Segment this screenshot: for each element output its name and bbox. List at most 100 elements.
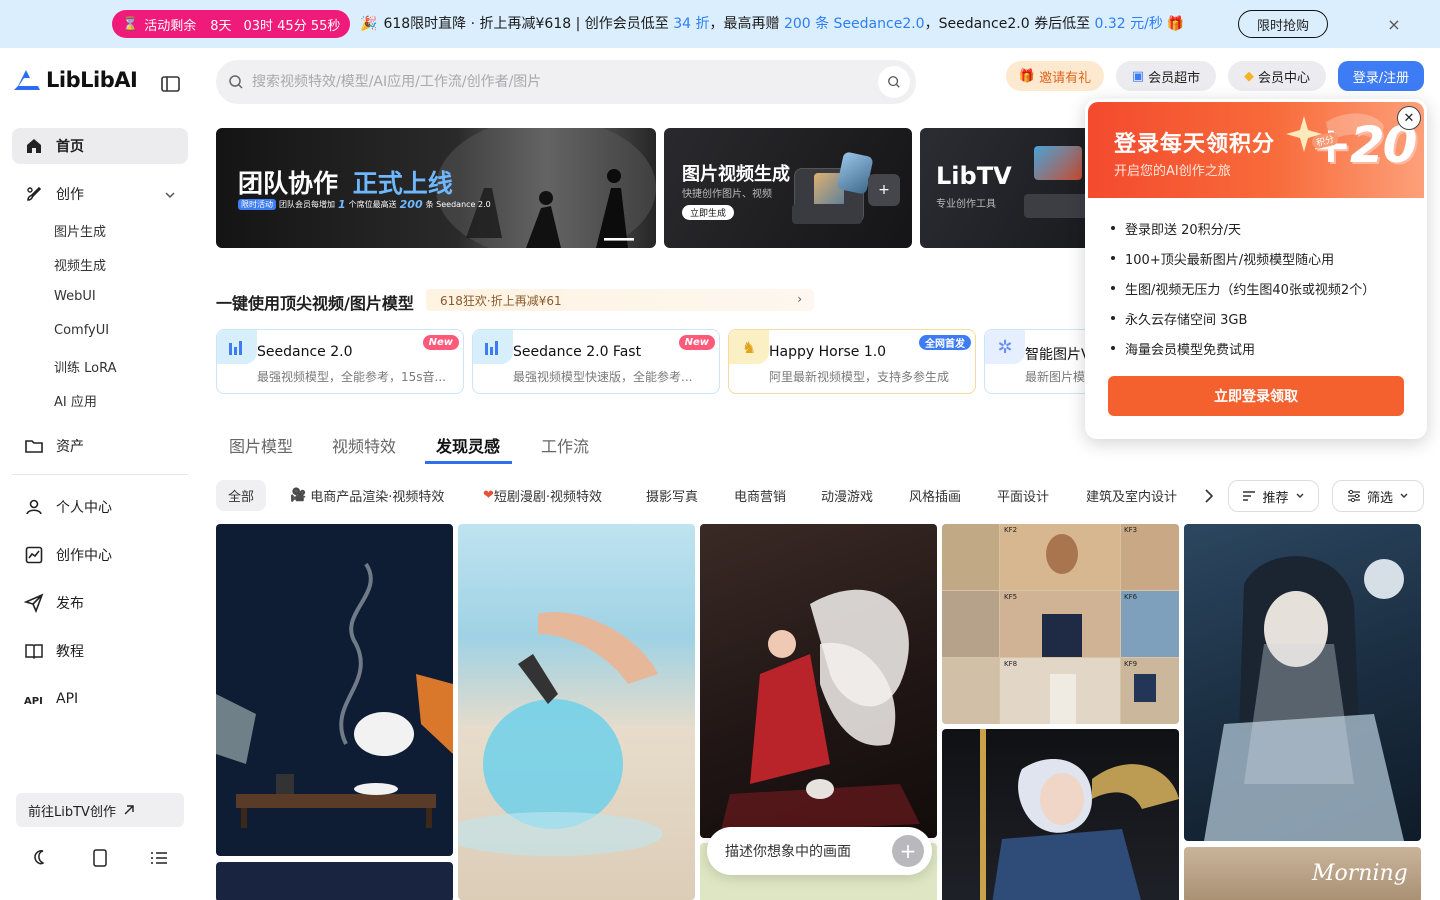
carousel-indicator (604, 238, 634, 240)
countdown-time: 03时 45分 55秒 (243, 18, 341, 34)
model-card-seedance[interactable]: Seedance 2.0 最强视频模型，全能参考，15s音... New (216, 329, 464, 394)
model-card-seedance-fast[interactable]: Seedance 2.0 Fast 最强视频模型快速版，全能参考... New (472, 329, 720, 394)
model-card-happy-horse[interactable]: ♞ Happy Horse 1.0 阿里最新视频模型，支持多参生成 全网首发 (728, 329, 976, 394)
section-promo-banner[interactable]: 618狂欢·折上再减¥61 › (426, 289, 814, 311)
moon-girl-art (1204, 556, 1404, 841)
filter-chip-illustration[interactable]: 风格插画 (909, 480, 961, 511)
gift-icon: 🎁 (1018, 68, 1036, 84)
tablet-icon[interactable] (90, 848, 110, 868)
goto-libtv-label: 前往LibTV创作 (28, 804, 116, 820)
gallery-image[interactable] (216, 862, 453, 900)
logo[interactable]: LibLibAI (14, 68, 138, 92)
filter-chip-architecture[interactable]: 建筑及室内设计 (1086, 480, 1177, 511)
sidebar-item-creator-center[interactable]: 创作中心 (12, 537, 188, 573)
banner-generate-button[interactable]: 立即生成 (682, 205, 735, 220)
banner-title: 图片视频生成 (682, 164, 790, 185)
benefit-item: 100+顶尖最新图片/视频模型随心用 (1111, 243, 1375, 273)
promo-text-a: 618限时直降 · 折上再减¥618 | 创作会员低至 (383, 16, 674, 32)
frame-label: KF6 (1124, 593, 1138, 601)
filter-chip-short-drama[interactable]: ❤ 短剧漫剧·视频特效 (483, 480, 602, 511)
sidebar-item-publish[interactable]: 发布 (12, 585, 188, 621)
banner-sub-n1: 1 (338, 198, 346, 211)
promo-text: 🎉 618限时直降 · 折上再减¥618 | 创作会员低至 34 折，最高再赠 2… (360, 13, 1184, 33)
member-center-button[interactable]: ◆ 会员中心 (1228, 61, 1326, 91)
promo-highlight-a: 34 折 (673, 16, 710, 32)
plus-icon[interactable]: + (892, 835, 924, 867)
promo-text-c: ，Seedance2.0 券后低至 (924, 16, 1095, 32)
sidebar-subitem-ai-app[interactable]: AI 应用 (54, 391, 97, 410)
sidebar-subitem-webui[interactable]: WebUI (54, 289, 96, 304)
gallery-image-tea[interactable] (216, 524, 453, 856)
promo-highlight-b: 200 条 Seedance2.0 (783, 16, 925, 32)
sidebar-item-create[interactable]: 创作 (12, 176, 188, 212)
sidebar-subitem-image-gen[interactable]: 图片生成 (54, 221, 106, 240)
sidebar-item-label: 个人中心 (56, 500, 112, 516)
sidebar-subitem-train-lora[interactable]: 训练 LoRA (54, 357, 117, 376)
banner-image-video-gen[interactable]: 图片视频生成 快捷创作图片、视频 立即生成 + (664, 128, 912, 248)
chevron-down-icon[interactable] (163, 188, 177, 202)
sidebar-item-personal[interactable]: 个人中心 (12, 489, 188, 525)
search-input[interactable] (252, 74, 852, 90)
invite-button[interactable]: 🎁 邀请有礼 (1006, 61, 1104, 91)
moon-icon[interactable] (31, 848, 51, 868)
store-icon: ▣ (1131, 68, 1145, 84)
tab-video-effects[interactable]: 视频特效 (332, 433, 396, 457)
chevron-down-icon (1400, 493, 1408, 498)
list-icon[interactable] (149, 848, 169, 868)
filter-chip-graphic-design[interactable]: 平面设计 (997, 480, 1049, 511)
close-icon[interactable]: ✕ (1397, 106, 1421, 130)
sidebar-item-assets[interactable]: 资产 (12, 428, 188, 464)
filter-chip-anime-games[interactable]: 动漫游戏 (821, 480, 873, 511)
sidebar-item-label: 教程 (56, 644, 84, 660)
sidebar-item-label: 资产 (56, 439, 84, 455)
login-register-button[interactable]: 登录/注册 (1338, 61, 1424, 91)
banner-preview-image (1034, 146, 1082, 180)
gallery-image-morning[interactable]: Morning (1184, 847, 1421, 900)
filter-dropdown[interactable]: 筛选 (1332, 480, 1424, 512)
login-claim-button[interactable]: 立即登录领取 (1108, 376, 1404, 416)
filter-chip-ecommerce-marketing[interactable]: 电商营销 (734, 480, 786, 511)
tab-image-models[interactable]: 图片模型 (229, 433, 293, 457)
tab-discover[interactable]: 发现灵感 (436, 433, 500, 457)
sidebar-item-api[interactable]: API API (12, 681, 188, 717)
popup-title: 登录每天领积分 (1114, 132, 1276, 157)
promo-bar: ⌛ 活动剩余 8天 03时 45分 55秒 🎉 618限时直降 · 折上再减¥61… (0, 0, 1440, 48)
search-submit-button[interactable] (878, 66, 910, 98)
user-icon (26, 499, 42, 515)
banner-title-b: 正式上线 (352, 169, 453, 198)
countdown-label: 活动剩余 (144, 18, 197, 34)
filter-icon (1347, 489, 1360, 503)
gallery-image-warrior[interactable] (942, 729, 1179, 900)
banner-title-a: 团队协作 (238, 169, 339, 198)
countdown-badge: ⌛ 活动剩余 8天 03时 45分 55秒 (112, 10, 350, 38)
goto-libtv-button[interactable]: 前往LibTV创作 (16, 793, 184, 827)
sort-dropdown[interactable]: 推荐 (1228, 480, 1319, 512)
sidebar-subitem-video-gen[interactable]: 视频生成 (54, 255, 106, 274)
chevron-right-icon[interactable] (1200, 487, 1218, 505)
flash-sale-button[interactable]: 限时抢购 (1238, 10, 1328, 38)
banner-title: 团队协作 正式上线 (238, 164, 453, 200)
sidebar-toggle-icon[interactable] (160, 74, 182, 94)
gallery-image-glass-apple[interactable] (458, 524, 695, 900)
sidebar-item-label: 首页 (56, 139, 84, 155)
banner-team-collab[interactable]: 团队协作 正式上线 限时活动 团队会员每增加 1 个席位最高送 200 条 Se… (216, 128, 656, 248)
diamond-icon: ◆ (1243, 68, 1254, 84)
sidebar-item-tutorial[interactable]: 教程 (12, 633, 188, 669)
glass-apple-art (458, 612, 663, 856)
sidebar-subitem-comfyui[interactable]: ComfyUI (54, 323, 109, 338)
gallery-image-fox-spirit[interactable] (700, 524, 937, 838)
sidebar-item-home[interactable]: 首页 (12, 128, 188, 164)
liblib-logo-icon (14, 70, 40, 90)
gallery-image-fashion-frames[interactable]: KF2 KF3 KF5 KF6 KF8 KF9 (942, 524, 1179, 724)
banner-preview-card (1024, 194, 1094, 218)
member-market-button[interactable]: ▣ 会员超市 (1116, 61, 1216, 91)
benefit-item: 登录即送 20积分/天 (1111, 213, 1375, 243)
filter-chip-photography[interactable]: 摄影写真 (646, 480, 698, 511)
warrior-art (980, 729, 1179, 900)
prompt-input-bar[interactable]: 描述你想象中的画面 + (707, 827, 932, 875)
filter-chip-all[interactable]: 全部 (216, 480, 267, 511)
tab-workflows[interactable]: 工作流 (541, 433, 589, 457)
close-icon[interactable]: × (1384, 14, 1404, 34)
gallery-image-moon-girl[interactable] (1184, 524, 1421, 841)
filter-chip-ecommerce-render[interactable]: 🎥 电商产品渲染·视频特效 (290, 480, 444, 511)
